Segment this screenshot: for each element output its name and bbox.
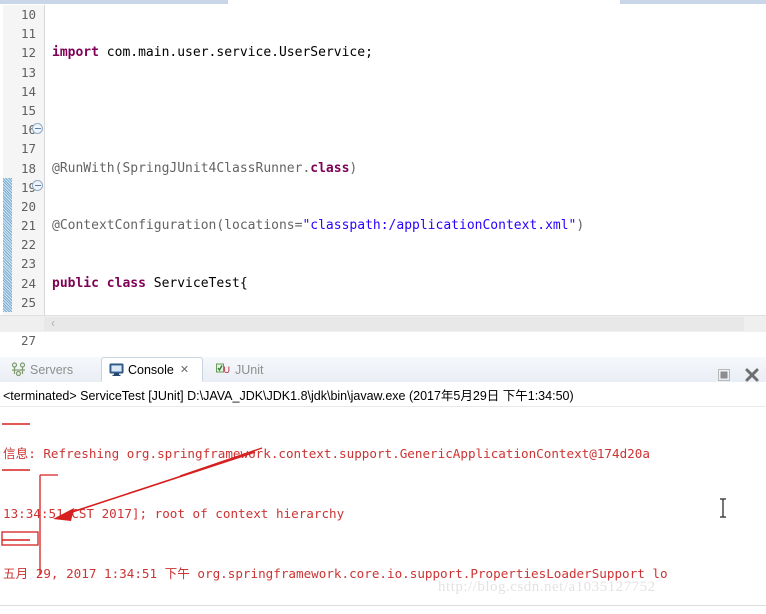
console-output-area[interactable]: <terminated> ServiceTest [JUnit] D:\JAVA… xyxy=(0,382,766,609)
log-line: 信息: Refreshing org.springframework.conte… xyxy=(3,446,650,461)
fold-collapse-icon[interactable] xyxy=(32,180,43,191)
line-number: 27 xyxy=(20,333,36,349)
code-line[interactable] xyxy=(45,101,766,120)
console-view[interactable]: Servers Console ✕ U JUnit <terminated> S… xyxy=(0,352,766,609)
line-number: 13 xyxy=(20,64,36,80)
tab-console[interactable]: Console ✕ xyxy=(101,357,203,382)
svg-text:U: U xyxy=(224,365,231,375)
code-line[interactable]: import com.main.user.service.UserService… xyxy=(45,43,766,62)
line-number: 18 xyxy=(20,160,36,176)
tab-label: Console xyxy=(128,362,174,377)
fold-collapse-icon[interactable] xyxy=(32,123,43,134)
close-icon[interactable]: ✕ xyxy=(180,363,189,376)
chevron-left-icon[interactable]: ‹ xyxy=(47,317,59,331)
editor-tab-active-indicator xyxy=(0,0,228,4)
line-number: 14 xyxy=(20,83,36,99)
tab-label: Servers xyxy=(30,362,74,377)
console-log[interactable]: 信息: Refreshing org.springframework.conte… xyxy=(0,404,766,604)
line-number: 10 xyxy=(20,7,36,22)
line-number: 21 xyxy=(20,218,36,234)
line-number: 22 xyxy=(20,237,36,253)
line-number: 20 xyxy=(20,198,36,214)
line-number-ruler: 10 11 12 13 14 15 16 17 18 19 20 21 22 2… xyxy=(0,5,38,350)
code-line[interactable] xyxy=(45,331,766,350)
editor-tab-secondary-indicator xyxy=(620,0,766,4)
tab-servers[interactable]: Servers xyxy=(4,357,100,382)
line-number: 11 xyxy=(20,26,36,42)
tab-label: JUnit xyxy=(235,362,264,377)
editor-horizontal-scrollbar[interactable]: ‹ xyxy=(0,315,766,332)
line-number: 24 xyxy=(20,275,36,291)
code-editor[interactable]: 10 11 12 13 14 15 16 17 18 19 20 21 22 2… xyxy=(0,0,766,352)
log-line: 五月 29, 2017 1:34:51 下午 org.springframewo… xyxy=(3,566,668,581)
log-line: 13:34:51 CST 2017]; root of context hier… xyxy=(3,506,345,521)
line-number: 25 xyxy=(20,294,36,310)
junit-icon: U xyxy=(216,362,231,377)
line-number: 17 xyxy=(20,141,36,157)
code-text-area[interactable]: import com.main.user.service.UserService… xyxy=(45,5,766,332)
console-tab-bar[interactable]: Servers Console ✕ U JUnit xyxy=(0,357,766,383)
code-line[interactable]: @ContextConfiguration(locations="classpa… xyxy=(45,216,766,235)
console-icon xyxy=(109,362,124,377)
scrollbar-thumb[interactable] xyxy=(44,317,744,331)
tab-junit[interactable]: U JUnit xyxy=(209,357,287,382)
code-line[interactable]: @RunWith(SpringJUnit4ClassRunner.class) xyxy=(45,159,766,178)
line-number: 23 xyxy=(20,256,36,272)
code-line[interactable]: public class ServiceTest{ xyxy=(45,274,766,293)
maximize-button[interactable] xyxy=(716,367,732,383)
servers-icon xyxy=(11,362,26,377)
close-button[interactable] xyxy=(744,367,760,383)
line-number: 12 xyxy=(20,45,36,61)
editor-body[interactable]: 10 11 12 13 14 15 16 17 18 19 20 21 22 2… xyxy=(0,5,766,348)
line-number: 15 xyxy=(20,102,36,118)
editor-gutter[interactable]: 10 11 12 13 14 15 16 17 18 19 20 21 22 2… xyxy=(0,5,45,348)
